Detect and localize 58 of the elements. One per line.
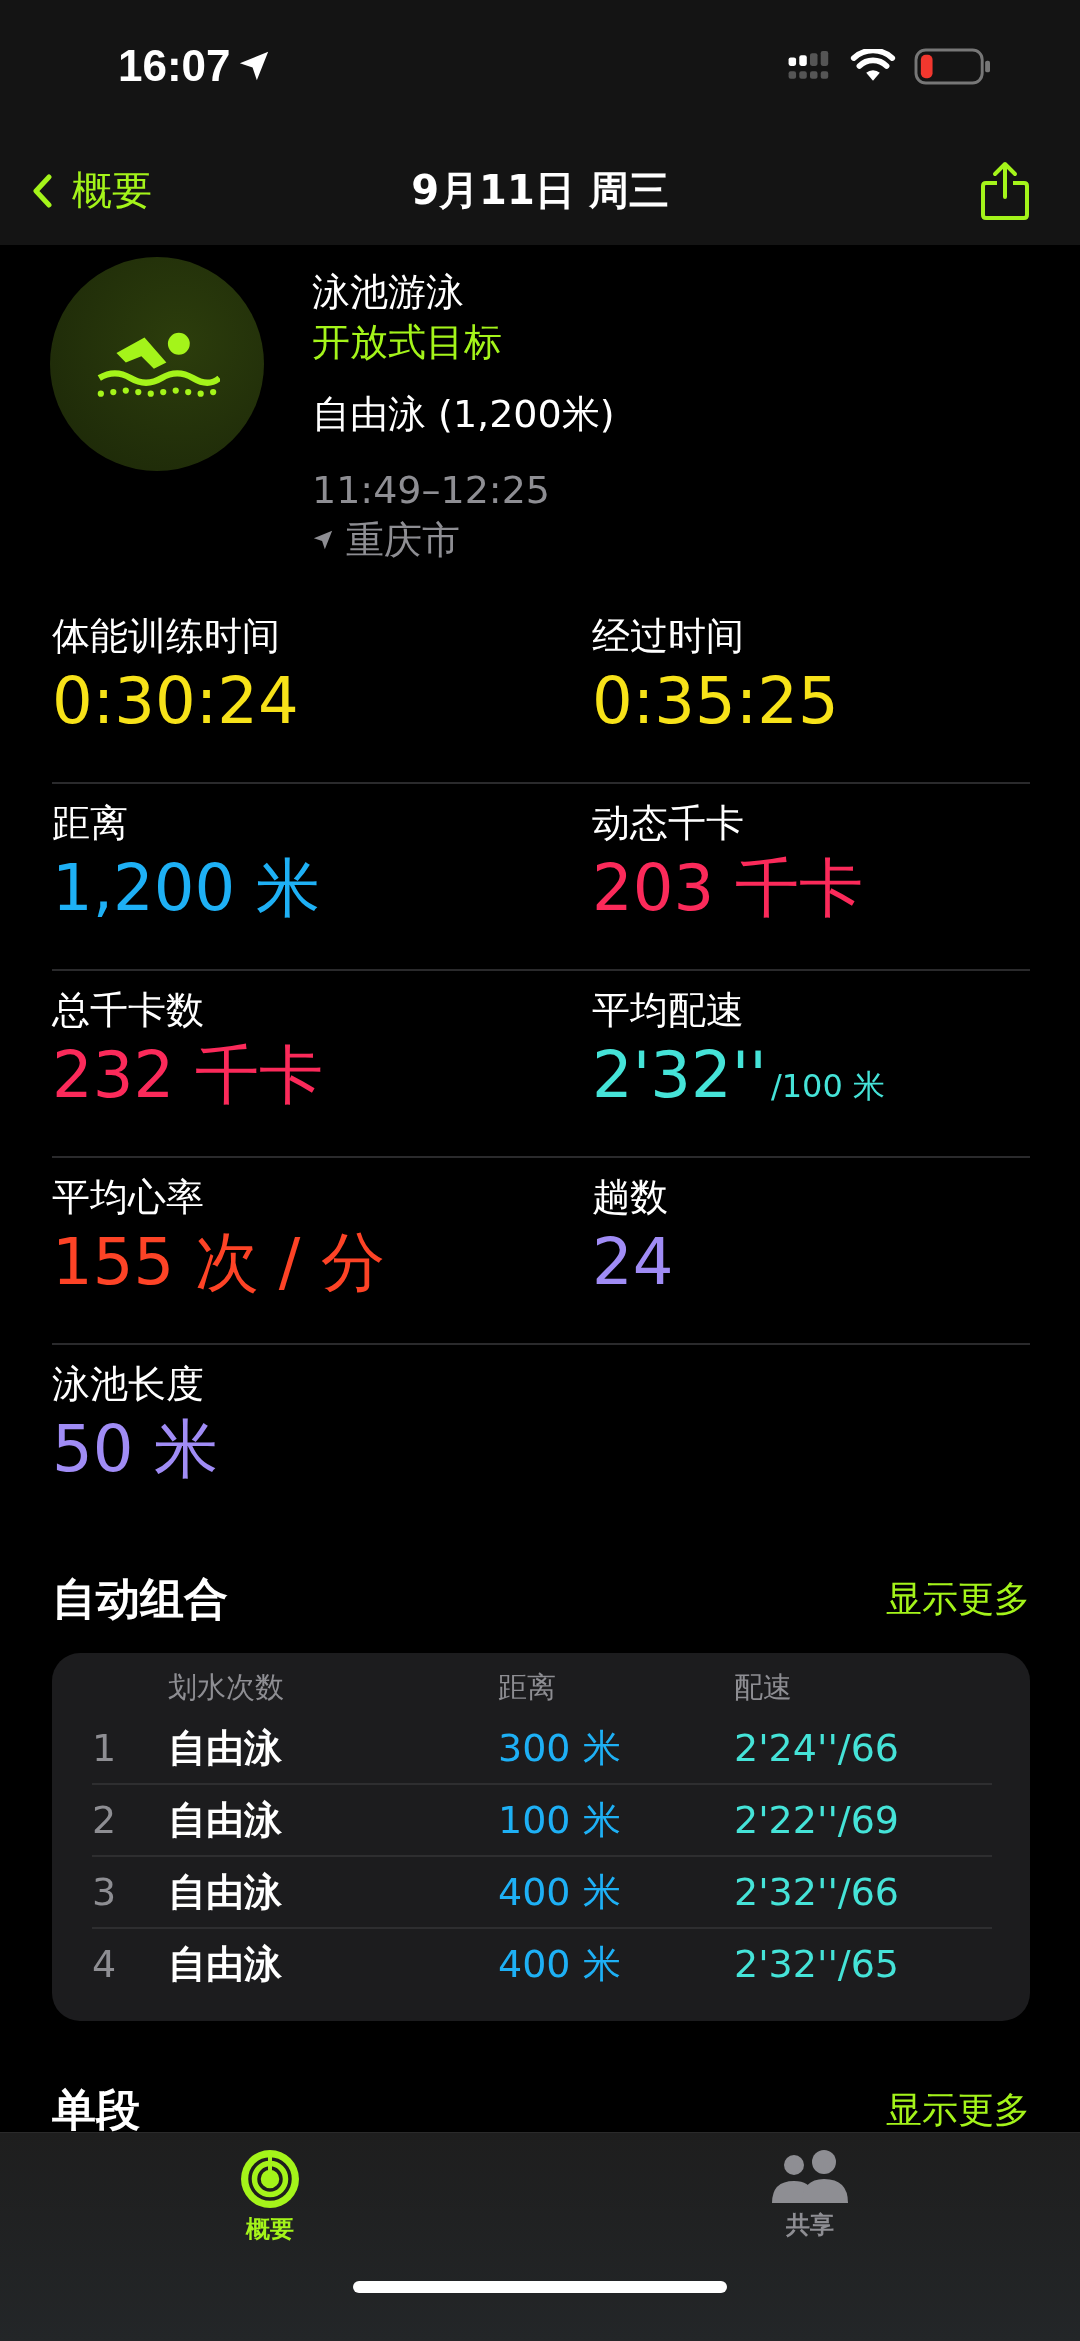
section-title: 自动组合: [52, 1572, 228, 1626]
stat-value: 0:35:25: [592, 663, 840, 740]
tab[interactable]: 概要: [240, 2149, 300, 2245]
table-cell-text: 自由泳: [168, 1868, 283, 1916]
row-number: 1: [92, 1726, 118, 1770]
row-number: 2: [92, 1798, 118, 1842]
workout-location: 重庆市: [346, 517, 460, 564]
nav-title: 9月11日 周三: [410, 166, 670, 215]
stat-value: 24: [592, 1224, 675, 1301]
battery-icon: [914, 47, 992, 85]
location-arrow-icon: [312, 529, 334, 551]
stat-value: 155 次 / 分: [52, 1224, 386, 1301]
share-icon[interactable]: [980, 160, 1030, 221]
row-number: 3: [92, 1870, 118, 1914]
wifi-icon: [850, 49, 896, 83]
stat-value: 2'32''/100 米: [592, 1037, 886, 1114]
stat-value: 0:30:24: [52, 663, 300, 740]
stat-label: 距离: [52, 800, 129, 847]
workout-stroke: 自由泳 (1,200米): [312, 391, 615, 438]
stat-value: 50 米: [52, 1411, 219, 1488]
people-icon: [770, 2149, 850, 2205]
stat-label: 体能训练时间: [52, 613, 281, 660]
table-cell-text: 400 米: [498, 1940, 622, 1988]
stat-label: 平均心率: [52, 1174, 205, 1221]
back-button[interactable]: 概要: [32, 163, 152, 218]
table-cell-text: 自由泳: [168, 1796, 283, 1844]
tab[interactable]: 共享: [770, 2149, 850, 2245]
chevron-left-icon: [32, 173, 52, 208]
show-more-link[interactable]: 显示更多: [886, 1575, 1030, 1624]
workout-title: 泳池游泳: [312, 269, 465, 316]
table-cell-text: 2'22''/69: [734, 1798, 901, 1842]
column-header: 距离: [498, 1669, 557, 1706]
show-more-link[interactable]: 显示更多: [886, 2086, 1030, 2135]
stat-label: 泳池长度: [52, 1361, 205, 1408]
stat-label: 趟数: [592, 1174, 669, 1221]
stat-value: 1,200 米: [52, 850, 321, 927]
stat-value: 203 千卡: [592, 850, 864, 927]
stat-label: 经过时间: [592, 613, 745, 660]
table-cell-text: 300 米: [498, 1724, 622, 1772]
stat-label: 平均配速: [592, 987, 745, 1034]
table-cell-text: 2'24''/66: [734, 1726, 901, 1770]
row-number: 4: [92, 1942, 118, 1986]
stat-label: 总千卡数: [52, 987, 205, 1034]
table-cell-text: 100 米: [498, 1796, 622, 1844]
workout-time-range: 11:49–12:25: [312, 467, 552, 514]
workout-goal: 开放式目标: [312, 319, 503, 366]
section-title: 单段: [52, 2083, 140, 2137]
table-cell-text: 自由泳: [168, 1724, 283, 1772]
rings-icon: [240, 2149, 300, 2209]
stat-label: 动态千卡: [592, 800, 745, 847]
table-cell-text: 2'32''/65: [734, 1942, 901, 1986]
column-header: 配速: [734, 1669, 793, 1706]
table-cell-text: 自由泳: [168, 1940, 283, 1988]
table-cell-text: 400 米: [498, 1868, 622, 1916]
stat-value: 232 千卡: [52, 1037, 324, 1114]
table-cell-text: 2'32''/66: [734, 1870, 901, 1914]
column-header: 划水次数: [168, 1669, 285, 1706]
status-time: 16:07: [118, 41, 231, 91]
